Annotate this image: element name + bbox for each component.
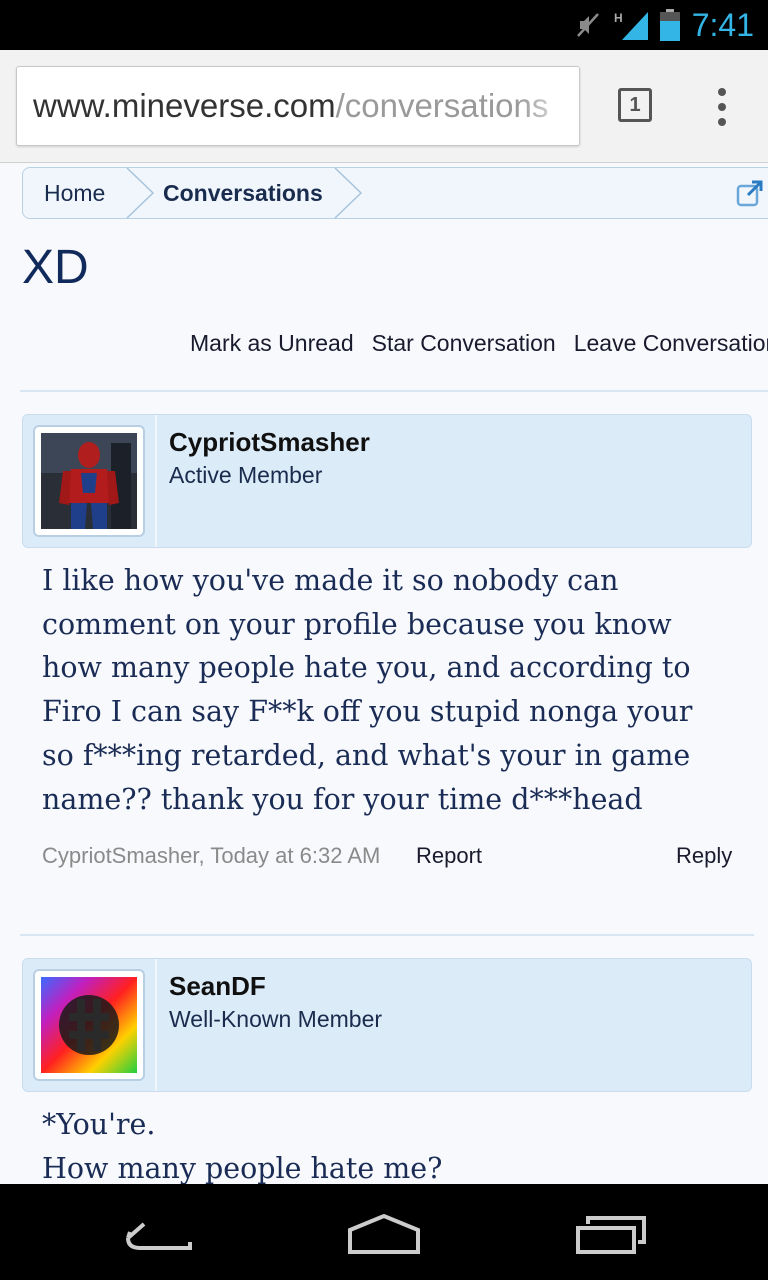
avatar[interactable]	[33, 969, 145, 1081]
username[interactable]: CypriotSmasher	[169, 427, 370, 458]
message-line: comment on your profile because you know	[42, 607, 672, 641]
tabs-button[interactable]: 1	[618, 88, 652, 122]
message-body: *You're. How many people hate me?	[42, 1103, 742, 1190]
user-title: Active Member	[169, 462, 323, 488]
navigation-bar	[0, 1184, 768, 1280]
report-link[interactable]: Report	[416, 843, 482, 869]
page-title: XD	[22, 241, 89, 294]
mark-unread-link[interactable]: Mark as Unread	[190, 330, 354, 356]
url-fade	[519, 67, 579, 145]
breadcrumb-separator-icon	[126, 168, 155, 218]
battery-icon	[659, 9, 680, 41]
message-line: *You're.	[42, 1108, 156, 1141]
divider	[20, 934, 754, 936]
rainbow-logo-avatar	[41, 977, 137, 1073]
message-header: CypriotSmasher Active Member	[22, 414, 752, 548]
spiderman-avatar	[41, 433, 137, 529]
recent-apps-icon[interactable]	[572, 1204, 652, 1260]
url-host: www.mineverse.com	[33, 87, 336, 124]
status-bar: H 7:41	[0, 0, 768, 50]
breadcrumb-separator-icon	[334, 168, 363, 218]
message-line: I like how you've made it so nobody can	[42, 564, 619, 597]
breadcrumb-conversations[interactable]: Conversations	[163, 168, 323, 218]
message-meta[interactable]: CypriotSmasher, Today at 6:32 AM	[42, 843, 380, 869]
message-line: name?? thank you for your time d***head	[42, 782, 643, 816]
message-body: I like how you've made it so nobody can …	[42, 559, 742, 821]
clock: 7:41	[691, 6, 754, 43]
divider	[20, 390, 768, 392]
mute-icon	[576, 13, 599, 37]
reply-link[interactable]: Reply	[676, 843, 732, 869]
url-path: /conversations	[335, 87, 549, 124]
home-icon[interactable]	[344, 1204, 424, 1260]
leave-conversation-link[interactable]: Leave Conversation	[574, 330, 768, 356]
message-line: Firo I can say F**k off you stupid nonga…	[42, 695, 693, 729]
popout-icon[interactable]	[735, 178, 765, 208]
username[interactable]: SeanDF	[169, 971, 266, 1002]
message-line: how many people hate you, and according …	[42, 651, 691, 685]
breadcrumb: Home Conversations	[22, 167, 768, 219]
signal-icon: H	[614, 11, 648, 40]
overflow-menu-icon[interactable]	[712, 88, 732, 128]
network-type-label: H	[614, 11, 623, 25]
browser-toolbar: www.mineverse.com/conversations	[0, 50, 768, 163]
back-icon[interactable]	[120, 1204, 200, 1260]
tab-count: 1	[629, 93, 641, 116]
conversation-actions: Mark as Unread Star Conversation Leave Con…	[190, 330, 768, 357]
message-line: so f***ing retarded, and what's your in …	[42, 738, 691, 772]
address-bar[interactable]: www.mineverse.com/conversations	[16, 66, 580, 146]
user-title: Well-Known Member	[169, 1006, 383, 1032]
status-icons: H 7:41	[574, 0, 754, 50]
avatar[interactable]	[33, 425, 145, 537]
star-conversation-link[interactable]: Star Conversation	[372, 330, 556, 356]
message-header: SeanDF Well-Known Member	[22, 958, 752, 1092]
url-text[interactable]: www.mineverse.com/conversations	[33, 87, 548, 125]
breadcrumb-home[interactable]: Home	[44, 168, 105, 218]
